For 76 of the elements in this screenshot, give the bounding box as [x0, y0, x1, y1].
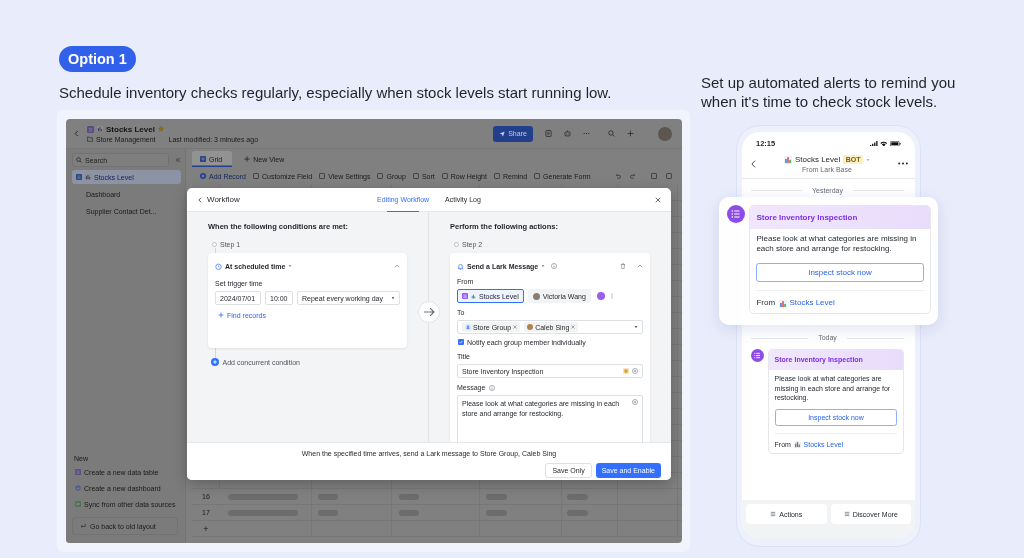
clock-icon	[215, 262, 222, 270]
avatar-icon[interactable]	[596, 292, 605, 300]
message-title: Store Inventory Inspection	[750, 206, 930, 229]
step-dot-icon	[454, 241, 459, 247]
plus-icon	[218, 312, 224, 318]
gauge-icon	[75, 485, 81, 491]
robot-icon[interactable]	[564, 130, 571, 137]
person-icon	[465, 324, 471, 330]
search-icon	[76, 157, 82, 163]
option-badge: Option 1	[59, 46, 136, 72]
grid-icon	[200, 156, 206, 162]
document-icon[interactable]	[545, 130, 552, 137]
emoji-icon[interactable]	[623, 368, 629, 374]
list-icon	[727, 205, 745, 223]
table-icon	[462, 293, 468, 299]
caret-icon	[634, 325, 638, 329]
menu-icon	[770, 511, 777, 517]
bar-chart-icon	[779, 299, 788, 308]
back-icon[interactable]	[197, 196, 203, 203]
checkbox[interactable]	[458, 339, 464, 345]
redo-icon[interactable]	[630, 173, 636, 179]
back-icon[interactable]	[73, 130, 80, 137]
collapse-icon[interactable]	[175, 157, 181, 163]
star-icon[interactable]	[157, 126, 164, 132]
table-icon	[76, 174, 82, 180]
chat-title: Stocks Level	[794, 155, 841, 164]
table-icon	[75, 469, 81, 475]
plus-circle-icon[interactable]	[632, 399, 638, 405]
return-icon	[80, 523, 86, 529]
headline: Schedule inventory checks regularly, especially when stock levels start running low.	[59, 84, 612, 102]
info-icon[interactable]	[551, 263, 558, 269]
search-icon[interactable]	[608, 130, 615, 137]
plane-icon	[499, 130, 506, 137]
bar-chart-icon	[471, 293, 476, 299]
from-label: From	[756, 298, 776, 309]
plus-circle-icon	[200, 173, 206, 179]
document-title: Stocks Level	[106, 124, 155, 134]
avatar-icon	[532, 292, 540, 300]
plus-icon[interactable]	[627, 130, 634, 137]
info-icon[interactable]	[489, 384, 496, 391]
step-dot-icon	[212, 241, 217, 247]
bar-chart-icon	[794, 441, 802, 449]
description-text: Set up automated alerts to remind you when it's time to check stock levels.	[701, 73, 957, 111]
chevron-up-icon[interactable]	[637, 263, 643, 269]
plus-icon	[244, 156, 251, 162]
caret-icon[interactable]	[866, 157, 871, 162]
message-text: Please look at what categories are missing in each store and arrange for restocking.	[755, 232, 918, 256]
bar-chart-icon	[783, 155, 792, 164]
trash-icon[interactable]	[620, 263, 626, 269]
more-icon[interactable]	[898, 162, 908, 165]
dialog-title: Workflow	[207, 195, 240, 204]
folder-icon	[87, 136, 93, 142]
undo-icon[interactable]	[615, 173, 621, 179]
sync-icon	[75, 501, 81, 507]
source-link[interactable]: Stocks Level	[789, 298, 835, 309]
close-icon[interactable]	[655, 196, 661, 203]
battery-icon	[890, 140, 901, 147]
inspect-button[interactable]: Inspect stock now	[756, 263, 924, 282]
add-row-button[interactable]: +	[203, 523, 209, 534]
bar-chart-icon	[85, 174, 91, 180]
bell-icon	[457, 262, 464, 270]
menu-icon	[843, 511, 850, 517]
table-icon	[87, 125, 94, 133]
caret-icon	[391, 296, 395, 300]
plus-circle-icon	[210, 358, 219, 366]
bar-chart-icon	[97, 126, 103, 132]
avatar-icon[interactable]	[658, 126, 672, 141]
close-icon[interactable]	[571, 325, 576, 329]
plus-circle-icon[interactable]	[632, 368, 638, 374]
back-icon[interactable]	[751, 159, 756, 168]
close-icon[interactable]	[513, 325, 518, 329]
list-icon	[751, 348, 764, 362]
signal-icon	[869, 140, 878, 147]
wifi-icon	[879, 140, 887, 147]
avatar-icon	[527, 324, 534, 330]
chevron-up-icon[interactable]	[394, 263, 400, 269]
